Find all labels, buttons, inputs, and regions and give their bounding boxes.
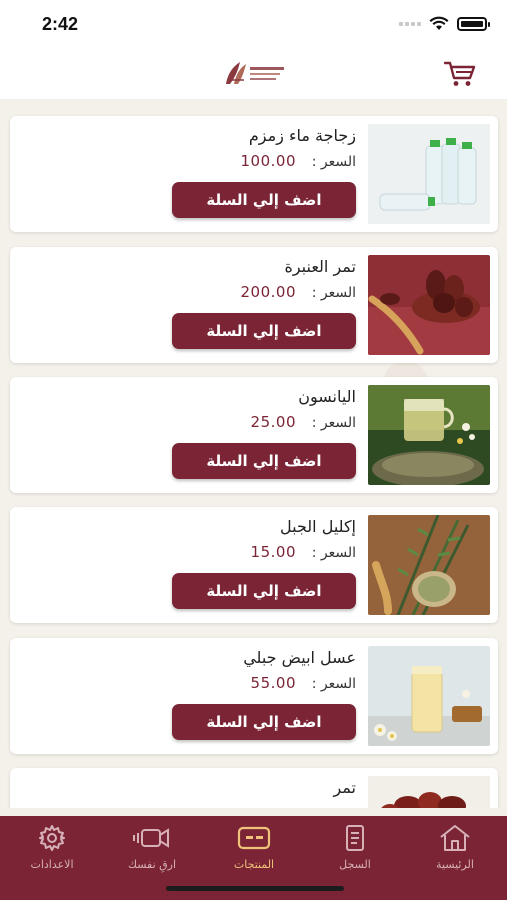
product-image-white-honey xyxy=(368,646,490,746)
add-to-cart-button[interactable]: اضف إلي السلة xyxy=(172,704,356,740)
product-card[interactable]: زجاجة ماء زمزم السعر : 100.00 اضف إلي ال… xyxy=(10,116,498,232)
product-name: تمر العنبرة xyxy=(284,257,356,276)
product-price: 25.00 xyxy=(250,413,296,431)
product-name: تمر xyxy=(333,778,356,797)
gear-icon xyxy=(39,825,65,851)
tab-settings[interactable]: الاعدادات xyxy=(2,824,102,880)
tab-label: الرئيسية xyxy=(436,858,474,871)
product-price: 100.00 xyxy=(240,152,296,170)
add-to-cart-button[interactable]: اضف إلي السلة xyxy=(172,182,356,218)
record-icon xyxy=(346,825,364,851)
status-bar: 2:42 xyxy=(0,0,507,48)
product-name: إكليل الجبل xyxy=(280,517,356,536)
product-list[interactable]: زجاجة ماء زمزم السعر : 100.00 اضف إلي ال… xyxy=(0,100,507,808)
status-time: 2:42 xyxy=(42,14,79,34)
brand-logo[interactable] xyxy=(220,58,290,88)
product-card[interactable]: تمر xyxy=(10,768,498,808)
status-icons xyxy=(399,16,490,31)
home-indicator xyxy=(166,886,344,891)
tab-record[interactable]: السجل xyxy=(305,824,405,880)
product-name: زجاجة ماء زمزم xyxy=(248,126,356,145)
price-label: السعر : xyxy=(311,415,356,431)
add-to-cart-button[interactable]: اضف إلي السلة xyxy=(172,443,356,479)
price-label: السعر : xyxy=(311,545,356,561)
app-header xyxy=(0,48,507,100)
product-price: 55.00 xyxy=(250,674,296,692)
cart-icon[interactable] xyxy=(444,60,476,88)
battery-icon xyxy=(457,16,490,31)
add-to-cart-button[interactable]: اضف إلي السلة xyxy=(172,313,356,349)
tab-label: الاعدادات xyxy=(30,858,74,871)
product-image-dates xyxy=(368,776,490,808)
tab-label: المنتجات xyxy=(233,858,275,871)
product-card[interactable]: إكليل الجبل السعر : 15.00 اضف إلي السلة xyxy=(10,507,498,623)
product-card[interactable]: اليانسون السعر : 25.00 اضف إلي السلة xyxy=(10,377,498,493)
tab-label: ارقِ نفسك xyxy=(127,858,177,871)
video-camera-icon xyxy=(133,828,169,848)
home-icon xyxy=(440,825,470,851)
wifi-icon xyxy=(429,16,449,30)
price-label: السعر : xyxy=(311,676,356,692)
signal-icon xyxy=(399,21,421,26)
product-name: اليانسون xyxy=(298,387,356,406)
tab-ruqyah[interactable]: ارقِ نفسك xyxy=(102,824,202,880)
tab-products[interactable]: المنتجات xyxy=(204,824,304,880)
product-card[interactable]: عسل ابيض جبلي السعر : 55.00 اضف إلي السل… xyxy=(10,638,498,754)
product-price: 200.00 xyxy=(240,283,296,301)
product-image-anise-tea xyxy=(368,385,490,485)
product-image-water-bottles xyxy=(368,124,490,224)
product-price: 15.00 xyxy=(250,543,296,561)
product-name: عسل ابيض جبلي xyxy=(243,648,356,667)
add-to-cart-button[interactable]: اضف إلي السلة xyxy=(172,573,356,609)
product-card[interactable]: تمر العنبرة السعر : 200.00 اضف إلي السلة xyxy=(10,247,498,363)
price-label: السعر : xyxy=(311,285,356,301)
tab-home[interactable]: الرئيسية xyxy=(405,824,505,880)
tab-label: السجل xyxy=(339,858,371,871)
products-icon xyxy=(237,826,271,850)
product-image-rosemary xyxy=(368,515,490,615)
product-image-dates-bowl xyxy=(368,255,490,355)
price-label: السعر : xyxy=(311,154,356,170)
